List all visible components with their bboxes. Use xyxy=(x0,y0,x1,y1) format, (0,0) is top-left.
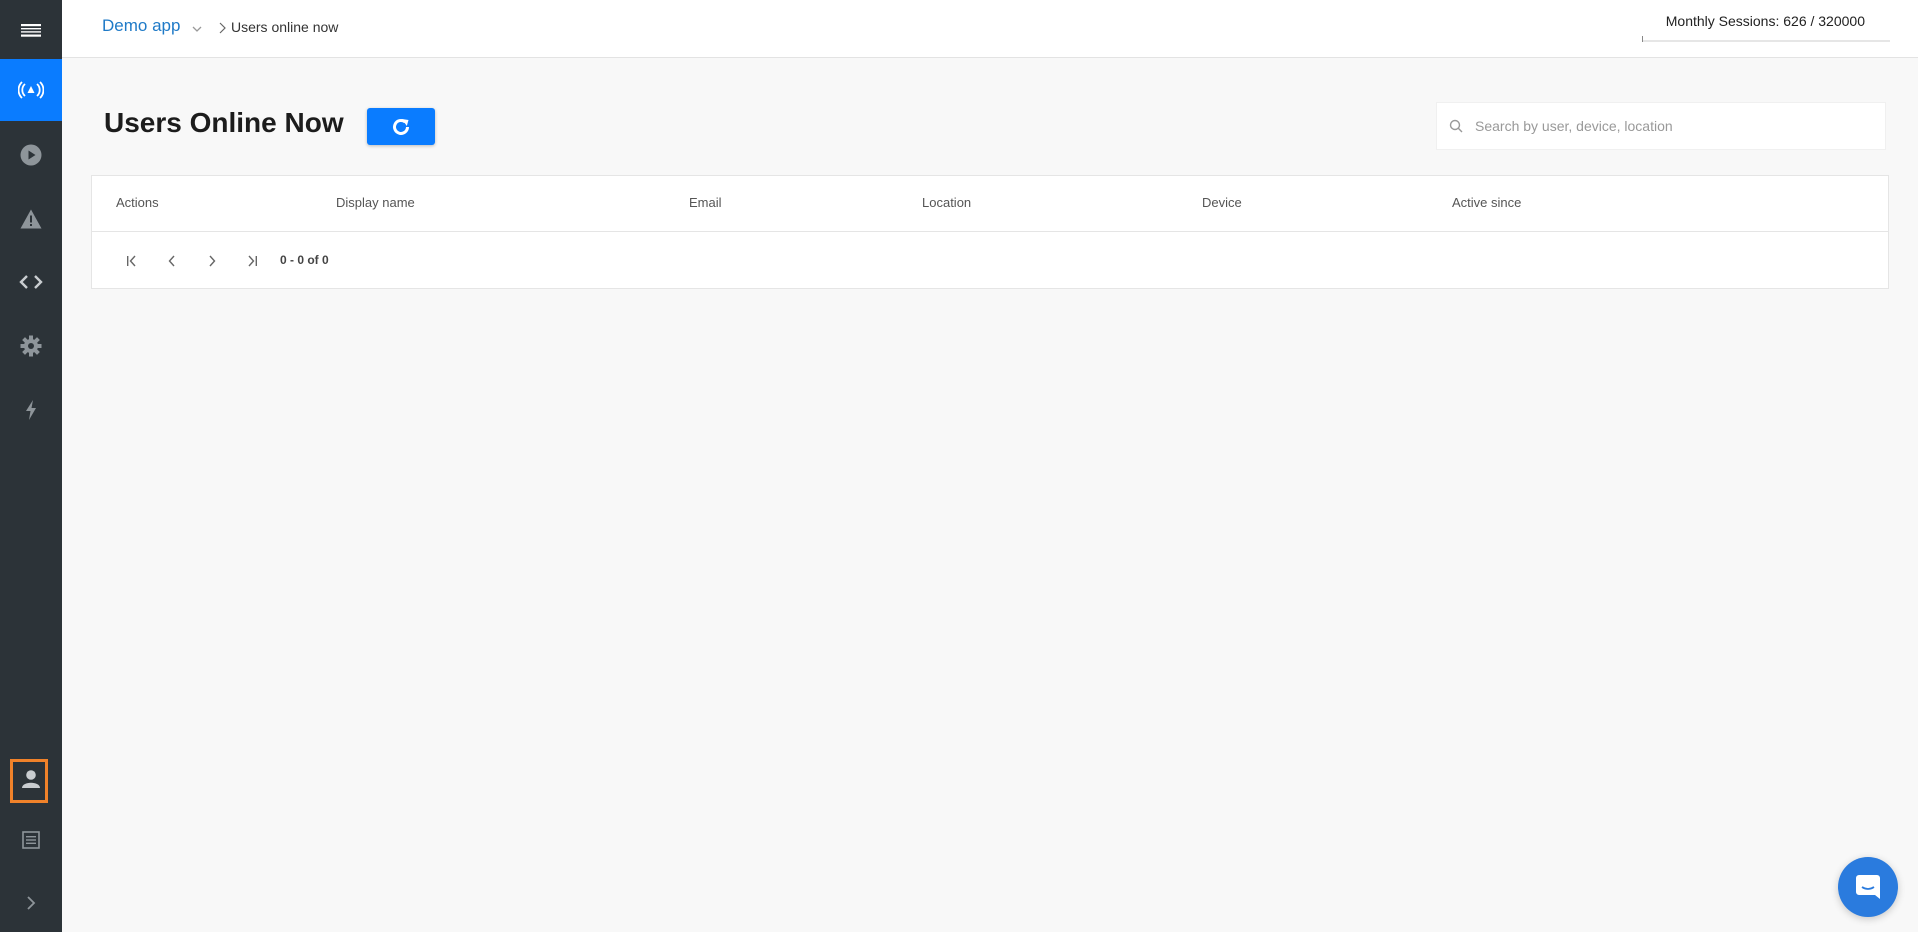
page-title: Users Online Now xyxy=(104,107,344,138)
next-page-button[interactable] xyxy=(200,249,224,273)
broadcast-icon xyxy=(18,81,44,99)
chat-launcher-button[interactable] xyxy=(1838,857,1898,917)
sidebar-expand-button[interactable] xyxy=(0,872,62,932)
sidebar-item-sessions[interactable] xyxy=(0,124,62,186)
top-bar: Demo app Users online now Monthly Sessio… xyxy=(62,0,1918,58)
sidebar-item-live[interactable] xyxy=(0,59,62,121)
chevron-left-icon xyxy=(168,255,175,267)
menu-icon xyxy=(21,24,41,37)
chat-icon xyxy=(1856,875,1880,899)
sidebar-item-users[interactable] xyxy=(0,748,62,810)
app-selector-chevron-down-icon[interactable] xyxy=(192,20,202,38)
sidebar-menu-toggle[interactable] xyxy=(0,0,62,62)
column-header-location[interactable]: Location xyxy=(922,195,971,210)
warning-icon xyxy=(20,209,42,229)
last-page-icon xyxy=(248,255,257,267)
sidebar-item-settings[interactable] xyxy=(0,315,62,377)
column-header-actions[interactable]: Actions xyxy=(116,195,159,210)
gear-icon xyxy=(20,335,42,357)
refresh-button[interactable] xyxy=(367,108,435,145)
chevron-right-icon xyxy=(27,896,36,910)
breadcrumb-separator-icon xyxy=(219,21,226,39)
highlight-frame xyxy=(10,759,48,803)
play-circle-icon xyxy=(20,144,42,166)
sidebar-item-integrations[interactable] xyxy=(0,379,62,441)
search-box xyxy=(1436,102,1886,150)
document-icon xyxy=(22,831,40,849)
chevron-right-icon xyxy=(209,255,216,267)
column-header-device[interactable]: Device xyxy=(1202,195,1242,210)
column-header-active-since[interactable]: Active since xyxy=(1452,195,1521,210)
search-input[interactable] xyxy=(1475,118,1865,134)
refresh-icon xyxy=(393,118,409,135)
code-icon xyxy=(19,275,43,289)
search-icon xyxy=(1449,119,1463,133)
sidebar-item-errors[interactable] xyxy=(0,188,62,250)
sessions-progress-bar xyxy=(1642,36,1643,42)
monthly-sessions-label: Monthly Sessions: 626 / 320000 xyxy=(1665,13,1865,29)
previous-page-button[interactable] xyxy=(160,249,184,273)
last-page-button[interactable] xyxy=(240,249,264,273)
breadcrumb-current: Users online now xyxy=(231,19,339,35)
table-header: Actions Display name Email Location Devi… xyxy=(92,176,1888,232)
sidebar-item-docs[interactable] xyxy=(0,809,62,871)
first-page-button[interactable] xyxy=(120,249,144,273)
app-selector[interactable]: Demo app xyxy=(102,16,180,36)
sidebar-item-developer[interactable] xyxy=(0,251,62,313)
users-table: Actions Display name Email Location Devi… xyxy=(91,175,1889,289)
pagination: 0 - 0 of 0 xyxy=(92,233,1888,289)
pagination-range: 0 - 0 of 0 xyxy=(280,253,329,267)
first-page-icon xyxy=(127,255,136,267)
sidebar xyxy=(0,0,62,932)
column-header-email[interactable]: Email xyxy=(689,195,722,210)
column-header-display-name[interactable]: Display name xyxy=(336,195,415,210)
monthly-sessions-usage: Monthly Sessions: 626 / 320000 xyxy=(1642,8,1890,42)
lightning-icon xyxy=(26,400,36,420)
